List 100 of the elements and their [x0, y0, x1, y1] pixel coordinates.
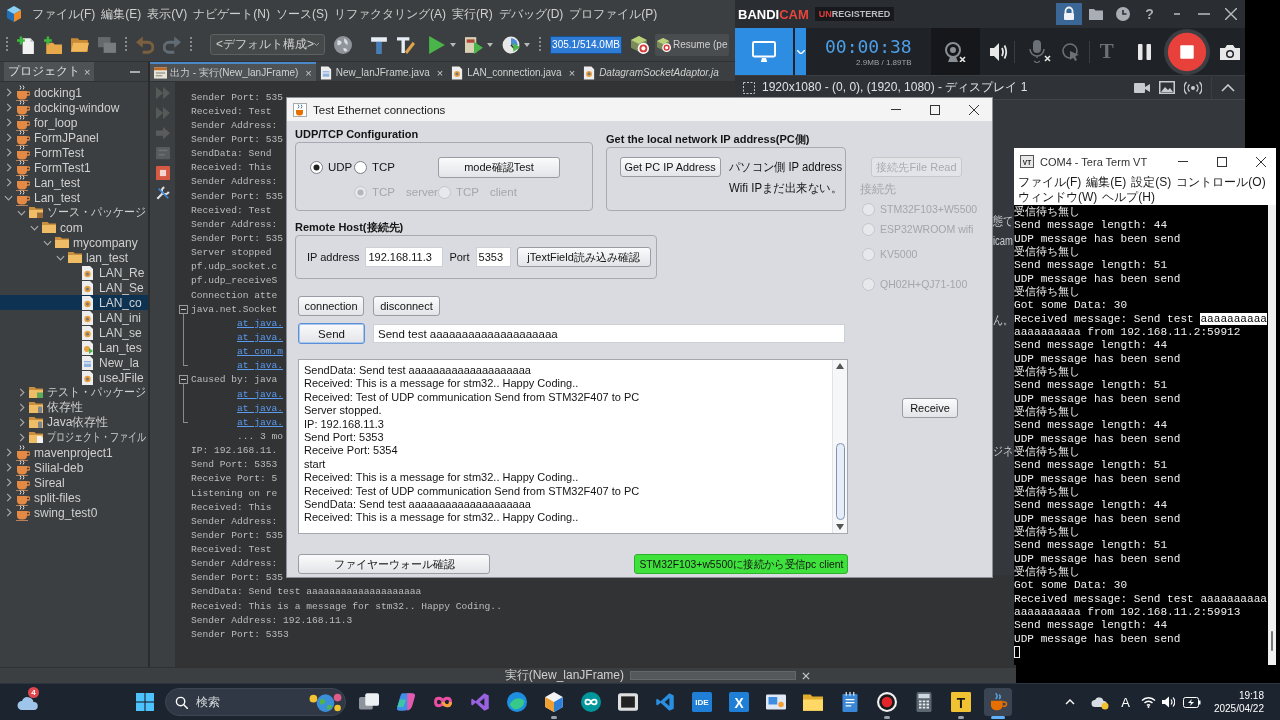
tree-item[interactable]: Lan_tes	[0, 340, 148, 355]
config-dropdown[interactable]: <デフォルト構成>	[210, 34, 325, 55]
ribbon-icon[interactable]	[469, 692, 490, 712]
start-icon[interactable]	[136, 693, 154, 711]
image-icon[interactable]	[1159, 81, 1175, 94]
record-stop-icon[interactable]	[1163, 28, 1210, 75]
stack-trace-link[interactable]: at java.	[237, 360, 284, 372]
tree-item[interactable]: テスト・パッケージ	[0, 385, 148, 400]
tree-item[interactable]: Silial-deb	[0, 460, 148, 475]
chevron-right-icon[interactable]	[18, 418, 25, 427]
maximize-icon[interactable]	[1217, 156, 1227, 167]
menu-item[interactable]: 編集(E)	[1086, 175, 1127, 190]
chevron-down-icon[interactable]	[56, 254, 65, 261]
chevron-down-icon[interactable]	[4, 194, 13, 201]
clock-time[interactable]: 19:18	[1238, 689, 1264, 702]
cube-target-icon[interactable]	[631, 35, 649, 54]
search-field[interactable]: 検索	[165, 688, 346, 716]
tree-item[interactable]: Java依存性	[0, 415, 148, 430]
menu-item[interactable]: ヘルプ(H)	[1102, 190, 1155, 205]
tree-item[interactable]: LAN_ini	[0, 310, 148, 325]
chevron-up-icon[interactable]	[1221, 83, 1235, 92]
camera-icon[interactable]	[1219, 43, 1240, 60]
folder-icon[interactable]	[71, 35, 89, 54]
scrollbar-thumb[interactable]	[1271, 631, 1273, 651]
close-button[interactable]: ×	[84, 65, 91, 78]
cloud-icon[interactable]	[17, 694, 39, 710]
caret-down-icon[interactable]	[487, 42, 493, 47]
dotted-square-icon[interactable]	[743, 81, 755, 94]
stack-trace-link[interactable]: at java.	[237, 402, 284, 414]
chevron-right-icon[interactable]	[5, 178, 12, 187]
stack-trace-link[interactable]: at java.	[237, 331, 284, 343]
lock-icon[interactable]	[1055, 3, 1082, 25]
ip-address-field[interactable]: 192.168.11.3	[365, 247, 444, 267]
clock-date[interactable]: 2025/04/22	[1213, 702, 1264, 715]
tree-item[interactable]: プロジェクト・ファイル	[0, 430, 148, 445]
tree-item[interactable]: mavenproject1	[0, 445, 148, 460]
get-ip-button[interactable]: Get PC IP Address	[620, 157, 721, 177]
close-icon[interactable]	[1256, 156, 1266, 167]
chevron-right-icon[interactable]	[5, 88, 12, 97]
disconnect-button[interactable]: disconnect	[373, 296, 440, 316]
chevron-right-icon[interactable]	[5, 493, 12, 502]
dash-icon[interactable]	[1173, 13, 1180, 15]
menu-item[interactable]: ナビゲート(N)	[193, 5, 270, 23]
chevron-right-icon[interactable]	[18, 433, 25, 442]
panel-tab[interactable]: プロジェクト ×	[4, 62, 95, 81]
menu-item[interactable]: デバッグ(D)	[498, 5, 564, 23]
webcam-button[interactable]	[930, 28, 980, 75]
menu-item[interactable]: 編集(E)	[101, 5, 142, 23]
tree-item[interactable]: for_loop	[0, 115, 148, 130]
firewall-check-button[interactable]: ファイヤーウォール確認	[298, 554, 490, 574]
stack-trace-link[interactable]: at java.	[237, 388, 284, 400]
hammer-broom-icon[interactable]	[397, 35, 415, 54]
receive-button[interactable]: Receive	[902, 398, 958, 418]
screen-mode-button[interactable]	[735, 28, 793, 75]
slanted-shapes-icon[interactable]	[395, 692, 416, 712]
globe-icon[interactable]	[334, 35, 352, 54]
mode-test-button[interactable]: mode確認Test	[438, 156, 560, 178]
tree-item[interactable]: mycompany	[0, 235, 148, 250]
minus-box-icon[interactable]	[178, 304, 188, 314]
infinity-circle-icon[interactable]	[580, 692, 601, 712]
client-connect-button[interactable]: STM32F103+w5500に接続から受信pc client	[634, 554, 848, 574]
editor-tab[interactable]: DatagramSocketAdaptor.ja	[579, 62, 723, 81]
ribbon-icon[interactable]	[654, 692, 675, 712]
radio-option[interactable]: UDP	[310, 160, 354, 174]
play-icon[interactable]	[428, 35, 446, 54]
chevron-right-icon[interactable]	[5, 508, 12, 517]
chevron-right-icon[interactable]	[5, 448, 12, 457]
maximize-icon[interactable]	[930, 104, 940, 115]
stack-trace-link[interactable]: at com.m	[237, 346, 284, 358]
close-button[interactable]: ×	[305, 66, 312, 79]
close-icon[interactable]	[1224, 8, 1237, 20]
caret-down-icon[interactable]	[450, 42, 456, 47]
hammer-icon[interactable]	[370, 35, 388, 54]
text-tile-icon[interactable]: IDE	[691, 692, 712, 712]
video-icon[interactable]	[1134, 80, 1150, 95]
speaker-icon[interactable]	[1161, 696, 1175, 708]
chevron-right-icon[interactable]	[5, 118, 12, 127]
framed-square-icon[interactable]	[617, 692, 638, 712]
menu-item[interactable]: 設定(S)	[1131, 175, 1172, 190]
stack-trace-link[interactable]: at java.	[237, 317, 284, 329]
window-picture-icon[interactable]	[765, 692, 786, 712]
menu-item[interactable]: コントロール(O)	[1176, 175, 1266, 190]
tree-item[interactable]: lan_test	[0, 250, 148, 265]
menu-item[interactable]: ウィンドウ(W)	[1018, 190, 1098, 205]
new-folder-icon[interactable]	[44, 35, 62, 54]
minimize-icon[interactable]	[1197, 13, 1210, 15]
tree-item[interactable]: LAN_se	[0, 325, 148, 340]
chevron-down-icon[interactable]	[43, 239, 52, 246]
tree-item[interactable]: FormTest	[0, 145, 148, 160]
tree-item[interactable]: Lan_test	[0, 190, 148, 205]
tree-item[interactable]: New_la	[0, 355, 148, 370]
connection-button[interactable]: connection	[298, 296, 364, 316]
tree-item[interactable]: Lan_test	[0, 175, 148, 190]
chevron-right-icon[interactable]	[18, 388, 25, 397]
editor-tab[interactable]: 出力 - 実行(New_lanJFrame) ×	[150, 62, 316, 81]
editor-tab[interactable]: LAN_connection.java ×	[447, 62, 580, 81]
microphone-off-icon[interactable]	[1028, 40, 1051, 63]
tree-item[interactable]: LAN_Se	[0, 280, 148, 295]
cursor-click-icon[interactable]	[1061, 42, 1080, 61]
chevron-down-icon[interactable]	[30, 224, 39, 231]
